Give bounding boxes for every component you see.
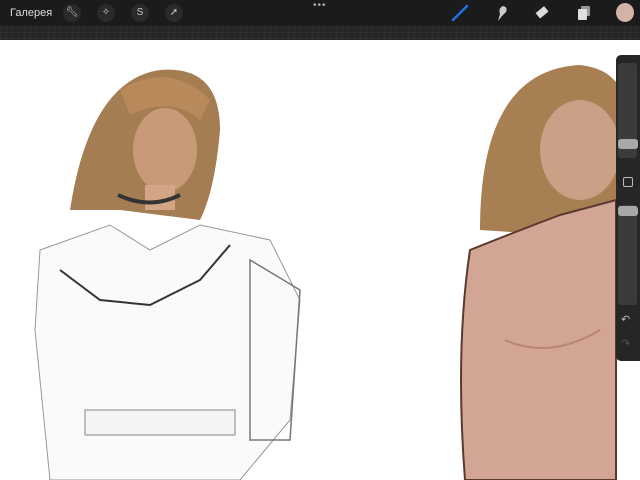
drawing-canvas[interactable] [0, 41, 640, 480]
more-menu-button[interactable]: ••• [313, 0, 327, 11]
selection-icon[interactable]: S [131, 4, 149, 22]
top-toolbar: Галерея 🔧︎ ✧ S ➚ ••• [0, 0, 640, 26]
opacity-handle[interactable] [618, 206, 638, 216]
redo-button[interactable]: ↷ [621, 337, 630, 350]
color-picker-button[interactable] [616, 3, 634, 22]
layers-icon[interactable] [574, 4, 594, 22]
sidebar: ↶ ↷ [616, 55, 640, 361]
brush-size-handle[interactable] [618, 139, 638, 149]
wrench-icon[interactable]: 🔧︎ [63, 4, 81, 22]
gallery-button[interactable]: Галерея [10, 7, 52, 19]
undo-button[interactable]: ↶ [621, 313, 630, 326]
magic-wand-icon[interactable]: ✧ [97, 4, 115, 22]
canvas-edge [0, 26, 640, 40]
brush-icon[interactable] [450, 4, 470, 22]
smudge-icon[interactable] [492, 4, 512, 22]
modify-button[interactable] [623, 177, 633, 187]
eraser-icon[interactable] [532, 4, 552, 22]
opacity-slider[interactable] [618, 205, 637, 305]
transform-arrow-icon[interactable]: ➚ [165, 4, 183, 22]
